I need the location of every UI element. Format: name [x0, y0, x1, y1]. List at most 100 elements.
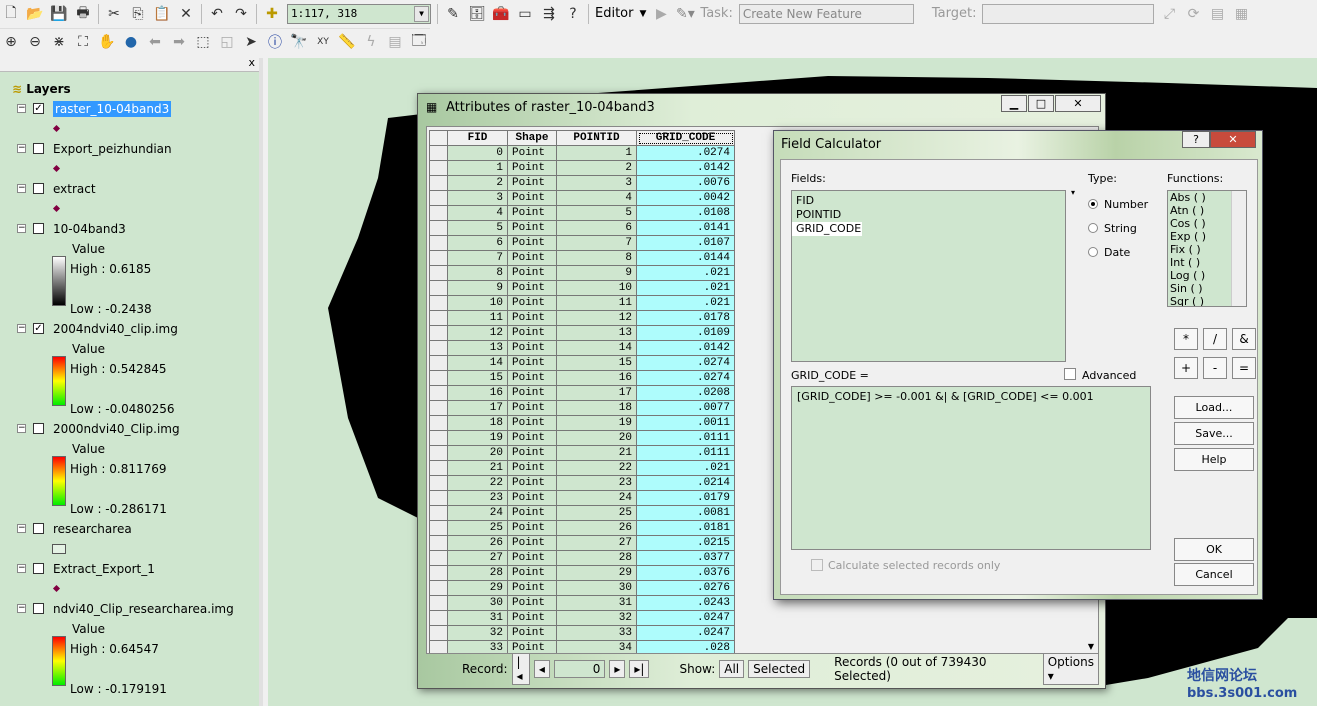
row-selector[interactable]	[429, 340, 448, 356]
table-row[interactable]: 31 Point 32.0247	[429, 610, 735, 626]
table-row[interactable]: 20 Point 21.0111	[429, 445, 735, 461]
column-header-fid[interactable]: FID	[447, 130, 508, 146]
editor-toolbar-icon[interactable]: ✎	[444, 5, 462, 23]
clear-selection-icon[interactable]: ◱	[218, 33, 236, 51]
close-icon[interactable]: x	[248, 56, 255, 69]
table-row[interactable]: 24 Point 25.0081	[429, 505, 735, 521]
zoom-out-icon[interactable]: ⊖	[26, 33, 44, 51]
redo-icon[interactable]: ↷	[232, 5, 250, 23]
delete-icon[interactable]: ✕	[177, 5, 195, 23]
layer-checkbox[interactable]	[33, 423, 44, 434]
layer-checkbox[interactable]	[33, 563, 44, 574]
row-selector[interactable]	[429, 190, 448, 206]
functions-list[interactable]: Abs ( ) Atn ( ) Cos ( ) Exp ( ) Fix ( ) Int (…	[1167, 190, 1247, 307]
table-row[interactable]: 2 Point 3.0076	[429, 175, 735, 191]
first-record-button[interactable]: |◂	[511, 653, 530, 685]
paste-icon[interactable]: 📋	[153, 5, 171, 23]
row-selector[interactable]	[429, 415, 448, 431]
collapse-icon[interactable]: −	[17, 104, 26, 113]
identify-icon[interactable]: ⓘ	[266, 33, 284, 51]
row-selector[interactable]	[429, 325, 448, 341]
field-item[interactable]: POINTID	[792, 208, 1065, 222]
table-row[interactable]: 19 Point 20.0111	[429, 430, 735, 446]
row-selector[interactable]	[429, 400, 448, 416]
arctoolbox-icon[interactable]: 🧰	[492, 5, 510, 23]
layer-item[interactable]: − 2000ndvi40_Clip.img	[0, 419, 260, 439]
functions-scrollbar[interactable]	[1231, 191, 1246, 306]
collapse-icon[interactable]: −	[17, 424, 26, 433]
command-line-icon[interactable]: ▭	[516, 5, 534, 23]
row-selector[interactable]	[429, 595, 448, 611]
new-icon[interactable]: 🗋	[2, 5, 20, 23]
table-row[interactable]: 5 Point 6.0141	[429, 220, 735, 236]
row-selector[interactable]	[429, 175, 448, 191]
help-icon[interactable]: ?	[1182, 131, 1210, 148]
copy-icon[interactable]: ⎘	[129, 5, 147, 23]
row-selector[interactable]	[429, 610, 448, 626]
table-row[interactable]: 25 Point 26.0181	[429, 520, 735, 536]
layer-item[interactable]: − 10-04band3	[0, 219, 260, 239]
field-item[interactable]: GRID_CODE	[792, 222, 862, 236]
row-selector[interactable]	[429, 220, 448, 236]
table-row[interactable]: 22 Point 23.0214	[429, 475, 735, 491]
row-selector[interactable]	[429, 565, 448, 581]
add-data-icon[interactable]: ✚	[263, 5, 281, 23]
maximize-button[interactable]: □	[1028, 95, 1054, 112]
column-header-pointid[interactable]: POINTID	[556, 130, 637, 146]
layer-checkbox[interactable]	[33, 143, 44, 154]
chevron-down-icon[interactable]: ▼	[414, 5, 429, 22]
row-selector[interactable]	[429, 355, 448, 371]
show-selected-button[interactable]: Selected	[748, 660, 811, 678]
operator-button[interactable]: *	[1174, 328, 1198, 350]
row-selector-header[interactable]	[429, 130, 448, 146]
table-row[interactable]: 3 Point 4.0042	[429, 190, 735, 206]
layer-item[interactable]: − extract	[0, 179, 260, 199]
layers-root[interactable]: ≋ Layers	[12, 79, 71, 99]
operator-button[interactable]: -	[1203, 357, 1227, 379]
layer-checkbox[interactable]: ✓	[33, 323, 44, 334]
row-selector[interactable]	[429, 475, 448, 491]
row-selector[interactable]	[429, 250, 448, 266]
html-popup-icon[interactable]: ▤	[386, 33, 404, 51]
calculate-selected-checkbox[interactable]	[811, 559, 823, 571]
column-header-grid-code[interactable]: GRID_CODE	[636, 130, 735, 146]
fixed-zoom-in-icon[interactable]: ⋇	[50, 33, 68, 51]
row-selector[interactable]	[429, 490, 448, 506]
close-button[interactable]: ✕	[1055, 95, 1101, 112]
row-selector[interactable]	[429, 385, 448, 401]
map-scale-dropdown[interactable]: 1:117, 318 ▼	[287, 3, 431, 24]
table-row[interactable]: 21 Point 22.021	[429, 460, 735, 476]
table-row[interactable]: 16 Point 17.0208	[429, 385, 735, 401]
table-row[interactable]: 14 Point 15.0274	[429, 355, 735, 371]
target-dropdown[interactable]	[982, 3, 1155, 24]
task-dropdown[interactable]: Create New Feature	[738, 3, 914, 24]
row-selector[interactable]	[429, 535, 448, 551]
measure-icon[interactable]: 📏	[338, 33, 356, 51]
ok-button[interactable]: OK	[1174, 538, 1254, 561]
row-selector[interactable]	[429, 265, 448, 281]
select-features-icon[interactable]: ⬚	[194, 33, 212, 51]
column-header-shape[interactable]: Shape	[507, 130, 557, 146]
table-row[interactable]: 28 Point 29.0376	[429, 565, 735, 581]
row-selector[interactable]	[429, 310, 448, 326]
type-radio-string[interactable]	[1088, 223, 1098, 233]
row-selector[interactable]	[429, 505, 448, 521]
type-radio-number[interactable]	[1088, 199, 1098, 209]
show-all-button[interactable]: All	[719, 660, 745, 678]
minimize-button[interactable]: ▁	[1001, 95, 1027, 112]
table-row[interactable]: 26 Point 27.0215	[429, 535, 735, 551]
table-row[interactable]: 6 Point 7.0107	[429, 235, 735, 251]
table-row[interactable]: 7 Point 8.0144	[429, 250, 735, 266]
options-button[interactable]: Options ▾	[1042, 653, 1099, 685]
pan-icon[interactable]: ✋	[98, 33, 116, 51]
collapse-icon[interactable]: −	[17, 604, 26, 613]
magnifier-window-icon[interactable]: 🗔	[410, 33, 428, 51]
layer-item[interactable]: − ✓ raster_10-04band3	[0, 99, 260, 119]
table-row[interactable]: 11 Point 12.0178	[429, 310, 735, 326]
operator-button[interactable]: =	[1232, 357, 1256, 379]
row-selector[interactable]	[429, 205, 448, 221]
row-selector[interactable]	[429, 280, 448, 296]
row-selector[interactable]	[429, 550, 448, 566]
whats-this-icon[interactable]: ?	[564, 5, 582, 23]
table-row[interactable]: 10 Point 11.021	[429, 295, 735, 311]
